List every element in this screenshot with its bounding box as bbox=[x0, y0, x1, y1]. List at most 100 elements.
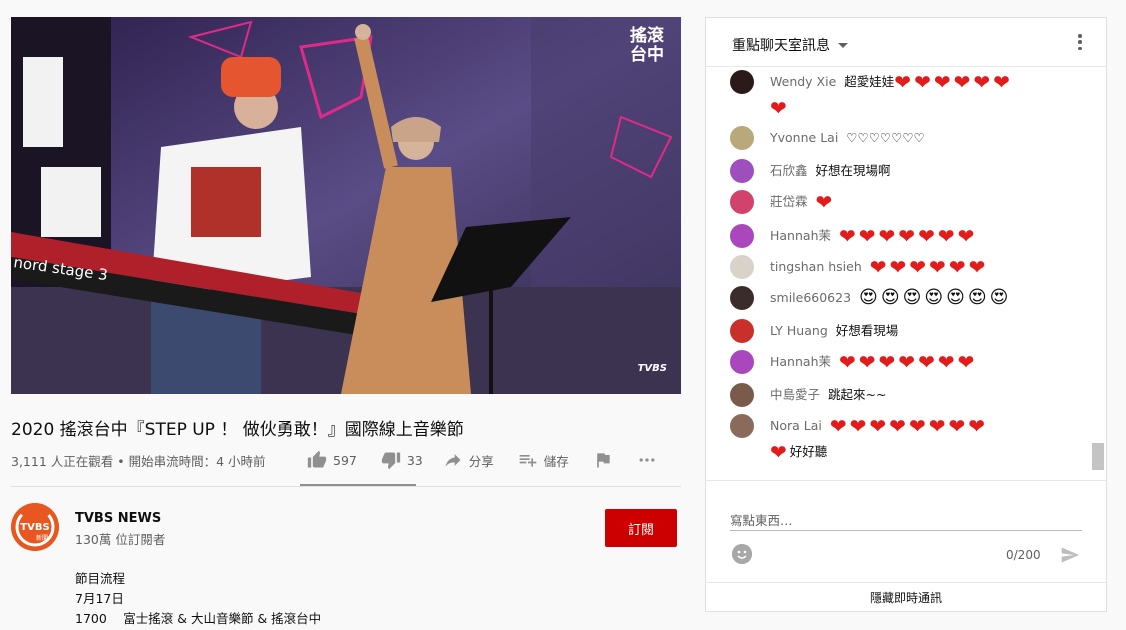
chat-message[interactable]: Yvonne Lai ♡♡♡♡♡♡♡ bbox=[730, 126, 1086, 150]
author-name[interactable]: tingshan hsieh bbox=[770, 255, 862, 279]
dislike-button[interactable]: 33 bbox=[381, 450, 423, 470]
channel-name[interactable]: TVBS NEWS bbox=[75, 511, 161, 526]
avatar-text: TVBS bbox=[20, 522, 49, 533]
heart-eyes-emoji-icon: 😍 bbox=[924, 287, 944, 308]
author-avatar[interactable] bbox=[730, 70, 754, 94]
emoji-face bbox=[732, 544, 752, 564]
more-actions-button[interactable] bbox=[637, 450, 663, 470]
emoji-row: ❤ ❤ ❤ ❤ ❤ ❤ ❤ bbox=[839, 224, 977, 248]
chat-scrollbar[interactable] bbox=[1092, 443, 1104, 470]
chat-message[interactable]: tingshan hsieh ❤ ❤ ❤ ❤ ❤ ❤ bbox=[730, 255, 1086, 279]
heart-eyes-emoji-icon: 😍 bbox=[859, 287, 878, 308]
heart-emoji-icon: ❤ bbox=[849, 414, 867, 438]
author-name[interactable]: smile660623 bbox=[770, 286, 851, 310]
heart-eyes-emoji-icon: 😍 bbox=[989, 287, 1009, 308]
more-horizontal-icon bbox=[639, 458, 655, 462]
chat-composer: 0/200 隱藏即時通訊 bbox=[706, 480, 1106, 612]
heart-emoji-icon: ❤ bbox=[839, 350, 856, 374]
author-name[interactable]: 中島愛子 bbox=[770, 383, 820, 407]
author-name[interactable]: 莊岱霖 bbox=[770, 190, 808, 214]
emoji-icon[interactable] bbox=[732, 544, 752, 564]
heart-emoji-icon: ❤ bbox=[770, 96, 787, 120]
author-avatar[interactable] bbox=[730, 414, 754, 438]
chat-message[interactable]: Hannah茉 ❤ ❤ ❤ ❤ ❤ ❤ ❤ bbox=[730, 350, 1086, 374]
author-avatar[interactable] bbox=[730, 319, 754, 343]
chat-title: 重點聊天室訊息 bbox=[732, 38, 830, 54]
emoji-row: ❤ ❤ ❤ ❤ ❤ ❤ ❤ ❤ bbox=[830, 414, 988, 438]
heart-emoji-icon: ❤ bbox=[937, 350, 955, 374]
author-avatar[interactable] bbox=[730, 159, 754, 183]
report-button[interactable] bbox=[593, 450, 619, 470]
hide-chat-button[interactable]: 隱藏即時通訊 bbox=[706, 582, 1106, 612]
author-name[interactable]: LY Huang bbox=[770, 319, 828, 343]
chat-message-list[interactable]: Wendy Xie 超愛娃娃 ❤ ❤ ❤ ❤ ❤ ❤ ❤ Yvonne Lai ♡♡♡♡♡♡♡ 石欣鑫… bbox=[706, 68, 1090, 470]
author-name[interactable]: Hannah茉 bbox=[770, 350, 831, 374]
subscribe-button[interactable]: 訂閱 bbox=[605, 509, 677, 547]
chat-message[interactable]: Wendy Xie 超愛娃娃 ❤ ❤ ❤ ❤ ❤ ❤ bbox=[730, 70, 1086, 94]
heart-eyes-emoji-icon: 😍 bbox=[880, 287, 900, 308]
heart-emoji-icon: ❤ bbox=[829, 414, 847, 438]
author-avatar[interactable] bbox=[730, 255, 754, 279]
heart-emoji-icon: ❤ bbox=[898, 350, 916, 374]
chat-mode-dropdown[interactable]: 重點聊天室訊息 bbox=[732, 35, 848, 55]
chat-message[interactable]: 莊岱霖 ❤ bbox=[730, 190, 1086, 214]
divider bbox=[11, 486, 681, 487]
video-title: 2020 搖滾台中『STEP UP ！ 做伙勇敢！』國際線上音樂節 bbox=[11, 420, 464, 440]
save-label: 儲存 bbox=[543, 453, 569, 469]
message-text: ♡♡♡♡♡♡♡ bbox=[846, 130, 925, 145]
chat-message[interactable]: LY Huang 好想看現場 bbox=[730, 319, 1086, 343]
tvbs-logo-icon: TVBS 新聞 bbox=[11, 503, 59, 551]
description-line: 1700 富士搖滾 & 大山音樂節 & 搖滾台中 bbox=[75, 611, 322, 626]
channel-avatar[interactable]: TVBS 新聞 bbox=[11, 503, 59, 551]
thumbs-down-icon bbox=[381, 452, 401, 470]
author-avatar[interactable] bbox=[730, 224, 754, 248]
message-text: 好想看現場 bbox=[835, 323, 899, 338]
author-name[interactable]: Wendy Xie bbox=[770, 70, 836, 94]
author-avatar[interactable] bbox=[730, 190, 754, 214]
send-button[interactable] bbox=[1059, 545, 1081, 569]
chat-message[interactable]: smile660623 😍 😍 😍 😍 😍 😍 😍 bbox=[730, 286, 1086, 310]
chat-message[interactable]: Hannah茉 ❤ ❤ ❤ ❤ ❤ ❤ ❤ bbox=[730, 224, 1086, 248]
chat-message[interactable]: 中島愛子 跳起來~~ bbox=[730, 383, 1086, 407]
video-frame: nord stage 3 bbox=[11, 17, 681, 394]
heart-emoji-icon: ❤ bbox=[937, 224, 955, 248]
chat-message[interactable]: Nora Lai ❤ ❤ ❤ ❤ ❤ ❤ ❤ ❤ bbox=[730, 414, 1086, 438]
heart-eyes-emoji-icon: 😍 bbox=[946, 287, 965, 308]
chat-message-continuation: ❤ 好好聽 bbox=[770, 440, 1090, 464]
author-avatar[interactable] bbox=[730, 383, 754, 407]
author-name[interactable]: 石欣鑫 bbox=[770, 159, 808, 183]
heart-emoji-icon: ❤ bbox=[918, 350, 935, 374]
video-player[interactable]: nord stage 3 搖滾 台中 TVBS bbox=[11, 17, 681, 394]
chat-message[interactable]: 石欣鑫 好想在現場啊 bbox=[730, 159, 1086, 183]
save-button[interactable]: 儲存 bbox=[518, 450, 569, 470]
dislike-count: 33 bbox=[406, 452, 423, 468]
heart-eyes-emoji-icon: 😍 bbox=[902, 287, 922, 308]
heart-emoji-icon: ❤ bbox=[928, 414, 946, 438]
chat-message-continuation: ❤ bbox=[770, 96, 1090, 120]
author-name[interactable]: Nora Lai bbox=[770, 414, 822, 438]
emoji-row: ❤ ❤ ❤ ❤ ❤ ❤ ❤ bbox=[839, 350, 977, 374]
author-name[interactable]: Hannah茉 bbox=[770, 224, 831, 248]
heart-emoji-icon: ❤ bbox=[898, 224, 916, 248]
share-button[interactable]: 分享 bbox=[443, 450, 494, 470]
dot bbox=[1078, 40, 1082, 44]
char-counter: 0/200 bbox=[1006, 548, 1041, 562]
like-button[interactable]: 597 bbox=[307, 450, 357, 470]
heart-emoji-icon: ❤ bbox=[933, 70, 951, 94]
heart-emoji-icon: ❤ bbox=[889, 414, 906, 438]
heart-emoji-icon: ❤ bbox=[993, 70, 1010, 94]
chat-input[interactable] bbox=[730, 511, 1082, 531]
author-avatar[interactable] bbox=[730, 126, 754, 150]
chat-menu-button[interactable] bbox=[1078, 34, 1082, 50]
heart-emoji-icon: ❤ bbox=[878, 350, 896, 374]
more-vert-icon bbox=[1078, 34, 1082, 38]
heart-emoji-icon: ❤ bbox=[968, 414, 985, 438]
share-arrow-icon bbox=[445, 454, 461, 467]
author-avatar[interactable] bbox=[730, 286, 754, 310]
logo-line-1: 搖滾 bbox=[630, 26, 664, 46]
author-name[interactable]: Yvonne Lai bbox=[770, 126, 838, 150]
flag-icon bbox=[596, 453, 610, 468]
author-avatar[interactable] bbox=[730, 350, 754, 374]
dot bbox=[1078, 46, 1082, 50]
subscriber-count: 130萬 位訂閱者 bbox=[75, 532, 166, 547]
